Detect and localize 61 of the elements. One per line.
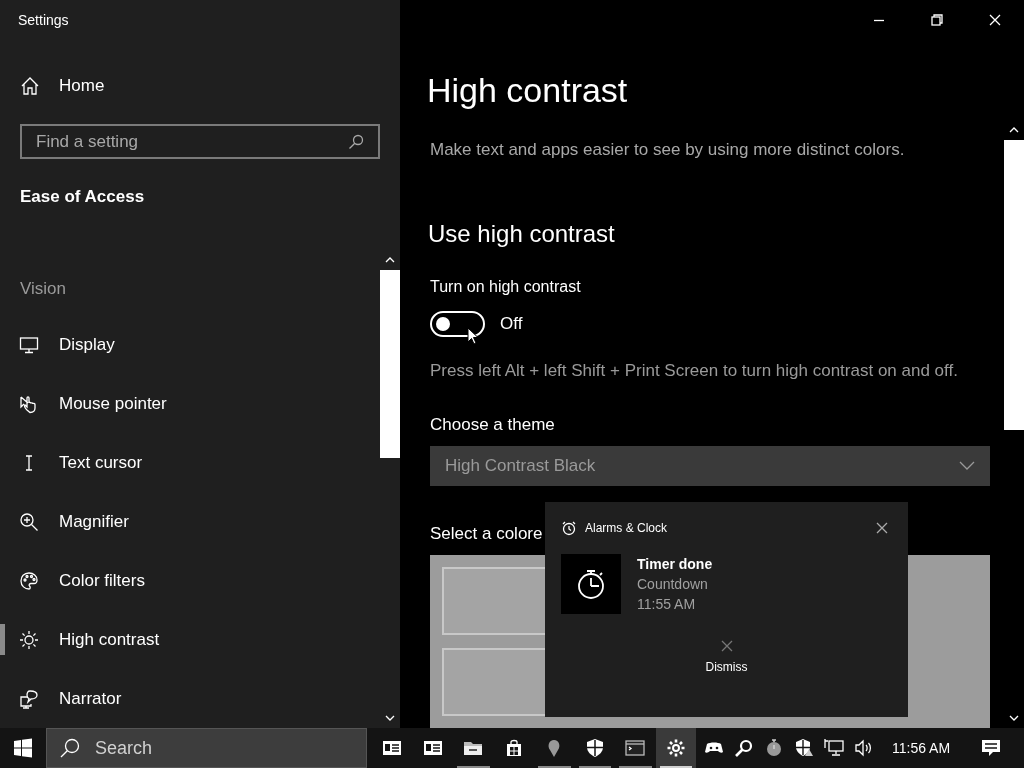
close-icon — [720, 640, 733, 652]
notification-center-icon[interactable] — [980, 738, 1003, 758]
chevron-down-icon — [959, 461, 975, 471]
taskbar-clock[interactable]: 11:56 AM — [888, 737, 955, 759]
category-heading: Ease of Access — [20, 185, 145, 208]
volume-icon[interactable] — [854, 738, 874, 758]
toggle-label: Turn on high contrast — [430, 277, 582, 297]
nav-item[interactable]: Magnifier — [0, 492, 360, 551]
taskbar-search[interactable]: Search — [46, 728, 367, 768]
search-icon — [348, 133, 364, 150]
notification-text: 11:55 AM — [637, 595, 697, 614]
theme-dropdown: High Contrast Black — [430, 446, 990, 486]
nav-item[interactable]: Mouse pointer — [0, 374, 360, 433]
scroll-down-icon[interactable] — [1008, 714, 1020, 722]
nav-item[interactable]: Narrator — [0, 669, 360, 728]
shield-icon — [584, 738, 605, 758]
toggle-state: Off — [500, 313, 523, 336]
scrollbar-thumb[interactable] — [380, 270, 400, 458]
page-description: Make text and apps easier to see by using more distinct colors. — [430, 139, 906, 161]
scroll-up-icon[interactable] — [1008, 126, 1020, 134]
hint-text: Press left Alt + left Shift + Print Screen to turn high contrast on and off. — [430, 360, 959, 382]
notification-title: Timer done — [637, 555, 713, 574]
theme-label: Choose a theme — [430, 414, 556, 436]
search-icon — [59, 737, 81, 759]
magnifier-icon — [19, 511, 39, 532]
taskbar-app[interactable] — [655, 728, 696, 768]
home-link[interactable]: Home — [0, 68, 200, 105]
nav-item[interactable]: Color filters — [0, 551, 360, 610]
search-field[interactable]: Find a setting — [20, 124, 380, 159]
sun-icon — [19, 629, 39, 650]
magnifier-icon[interactable] — [734, 738, 754, 758]
scrollbar-thumb[interactable] — [1004, 140, 1024, 430]
home-icon — [20, 76, 40, 97]
shield-warning-icon[interactable] — [794, 738, 814, 758]
section-heading: Vision — [20, 277, 66, 300]
alarm-clock-icon — [561, 520, 577, 536]
close-icon[interactable] — [876, 522, 888, 534]
nav-item[interactable]: High contrast — [0, 610, 360, 669]
app-name: Alarms & Clock — [585, 520, 668, 537]
window-title: Settings — [18, 12, 69, 28]
window-icon — [422, 738, 443, 758]
window-icon — [382, 738, 403, 758]
notification-text: Countdown — [637, 575, 709, 594]
scroll-down-icon[interactable] — [384, 714, 396, 722]
terminal-icon — [625, 738, 646, 758]
display-icon — [19, 334, 39, 355]
preview-label: Select a colore — [430, 523, 543, 545]
stopwatch-icon[interactable] — [764, 738, 784, 758]
nav-item[interactable]: Text cursor — [0, 433, 360, 492]
nav-item[interactable]: Display — [0, 315, 360, 374]
mouse-cursor-icon — [467, 327, 479, 345]
scroll-up-icon[interactable] — [384, 256, 396, 264]
dismiss-button[interactable]: Dismiss — [701, 640, 752, 676]
stopwatch-icon — [561, 554, 621, 614]
hand-pointer-icon — [19, 393, 39, 414]
page-title: High contrast — [427, 70, 629, 111]
palette-icon — [19, 570, 39, 591]
gear-icon — [665, 738, 686, 758]
section-title: Use high contrast — [428, 219, 616, 249]
narrator-icon — [19, 688, 39, 709]
network-icon[interactable] — [824, 738, 844, 758]
